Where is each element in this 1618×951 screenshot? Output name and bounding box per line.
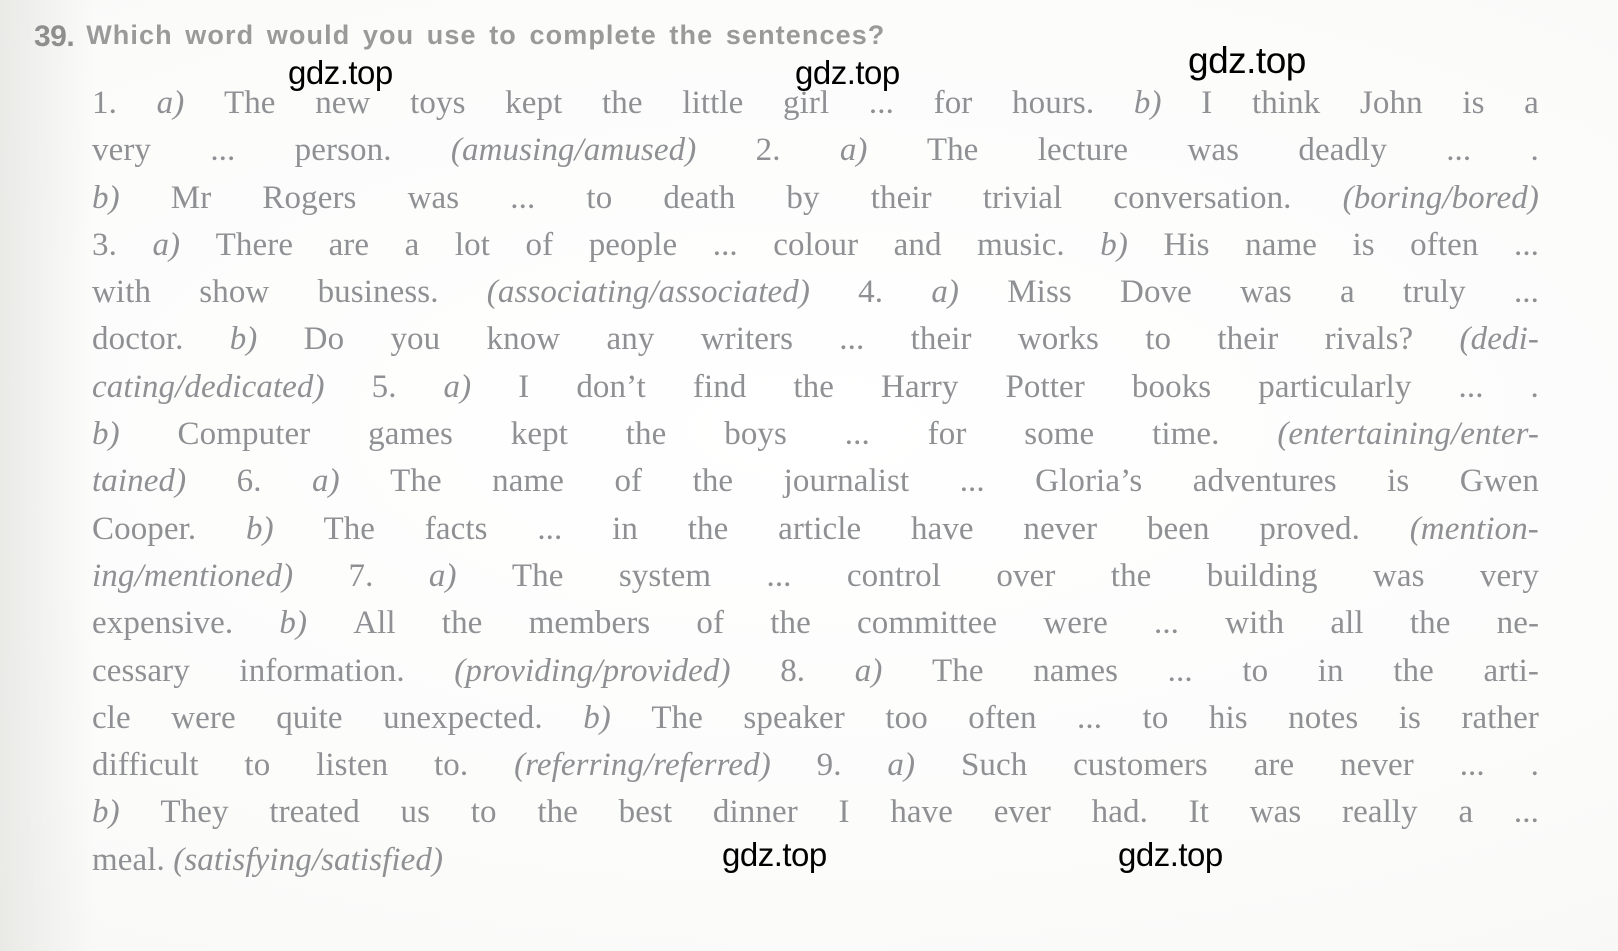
body-line: expensive. b) All the members of the com… (92, 605, 1540, 642)
exercise-number: 39. (34, 20, 75, 53)
body-line: doctor. b) Do you know any writers ... t… (92, 321, 1539, 358)
body-line: b) Computer games kept the boys ... for … (92, 416, 1539, 453)
exercise-body: 1. a) The new toys kept the little girl … (92, 80, 1539, 884)
body-line: cle were quite unexpected. b) The speake… (92, 699, 1539, 736)
body-line: b) Mr Rogers was ... to death by their t… (92, 179, 1539, 216)
exercise-header: 39. Which word would you use to complete… (34, 18, 1594, 54)
body-line: cating/dedicated) 5. a) I don’t find the… (92, 368, 1539, 405)
watermark-top-right: gdz.top (1188, 40, 1306, 81)
body-line: ing/mentioned) 7. a) The system ... cont… (92, 557, 1539, 594)
body-line: b) They treated us to the best dinner I … (92, 794, 1539, 831)
body-line: 3. a) There are a lot of people ... colo… (92, 226, 1540, 263)
body-line: with show business. (associating/associa… (92, 274, 1540, 311)
exercise-heading: Which word would you use to complete the… (86, 20, 886, 50)
watermark-top-center: gdz.top (795, 54, 900, 91)
body-line: Cooper. b) The facts ... in the article … (92, 510, 1539, 547)
exercise-block: 39. Which word would you use to complete… (0, 0, 1618, 951)
watermark-bottom-center: gdz.top (722, 836, 827, 873)
body-line: tained) 6. a) The name of the journalist… (92, 463, 1539, 500)
body-line: difficult to listen to. (referring/refer… (92, 747, 1539, 784)
watermark-top-left: gdz.top (288, 54, 393, 91)
body-line: cessary information. (providing/provided… (92, 652, 1539, 689)
watermark-bottom-right: gdz.top (1118, 836, 1223, 873)
body-line: very ... person. (amusing/amused) 2. a) … (92, 132, 1539, 169)
